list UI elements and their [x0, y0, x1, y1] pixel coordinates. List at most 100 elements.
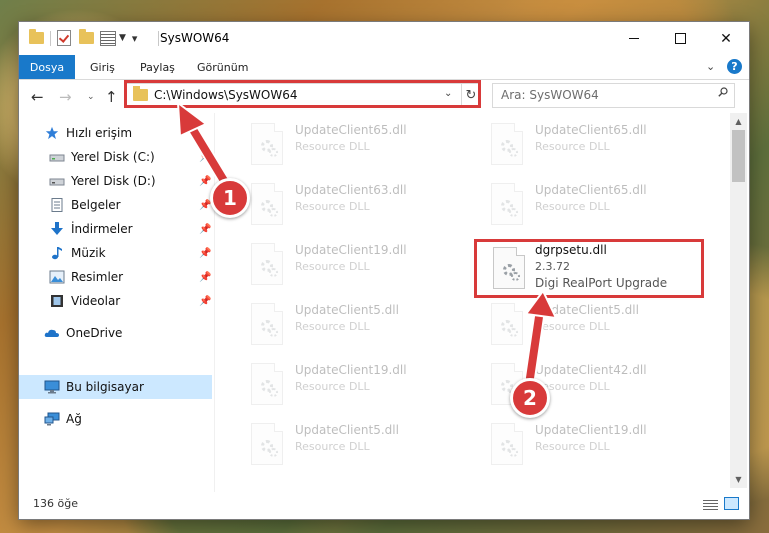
close-button[interactable]: ✕: [703, 22, 749, 55]
file-item[interactable]: UpdateClient65.dll Resource DLL: [489, 121, 719, 171]
tab-home[interactable]: Giriş: [90, 61, 115, 74]
file-name: UpdateClient19.dll: [295, 243, 407, 257]
sidebar-item-label: Yerel Disk (D:): [71, 174, 156, 188]
properties-check-icon[interactable]: [57, 30, 71, 46]
folder-icon[interactable]: [29, 29, 44, 44]
ribbon-tabs: Dosya Giriş Paylaş Görünüm ⌄ ?: [19, 55, 749, 80]
maximize-button[interactable]: [657, 22, 703, 55]
file-description: Resource DLL: [295, 440, 370, 453]
minimize-button[interactable]: [611, 22, 657, 55]
dll-file-icon: [251, 183, 283, 225]
details-view-icon[interactable]: [703, 498, 718, 510]
sidebar-item-videos[interactable]: Videolar 📌: [19, 289, 242, 313]
large-icons-view-icon[interactable]: [724, 497, 739, 510]
search-icon[interactable]: [718, 87, 728, 97]
tab-view[interactable]: Görünüm: [197, 61, 248, 74]
file-item[interactable]: UpdateClient19.dll Resource DLL: [249, 361, 479, 411]
file-name: UpdateClient5.dll: [295, 423, 399, 437]
computer-icon: [44, 380, 60, 394]
up-button[interactable]: ↑: [105, 88, 118, 106]
file-item[interactable]: UpdateClient19.dll Resource DLL: [249, 241, 479, 291]
title-separator: [158, 31, 159, 46]
file-item[interactable]: UpdateClient5.dll Resource DLL: [249, 421, 479, 471]
drive-icon: [49, 178, 65, 186]
sidebar-item-label: Müzik: [71, 246, 106, 260]
scroll-down-icon[interactable]: ▼: [730, 471, 747, 488]
sidebar-item-label: Belgeler: [71, 198, 121, 212]
file-item[interactable]: UpdateClient5.dll Resource DLL: [489, 301, 719, 351]
sidebar-item-downloads[interactable]: İndirmeler 📌: [19, 217, 242, 241]
file-description: Resource DLL: [295, 200, 370, 213]
search-placeholder: Ara: SysWOW64: [501, 88, 599, 102]
pin-icon[interactable]: 📌: [199, 152, 211, 163]
sidebar-item-label: Bu bilgisayar: [66, 380, 144, 394]
dll-file-icon: [251, 363, 283, 405]
pin-icon[interactable]: 📌: [199, 224, 211, 235]
sidebar-item-documents[interactable]: Belgeler 📌: [19, 193, 242, 217]
dll-file-icon: [251, 423, 283, 465]
file-description: Resource DLL: [295, 320, 370, 333]
file-name: UpdateClient65.dll: [535, 183, 647, 197]
item-count: 136 öğe: [33, 497, 78, 510]
expand-ribbon-icon[interactable]: ⌄: [706, 60, 715, 73]
music-icon: [52, 247, 62, 260]
sidebar-item-label: Ağ: [66, 412, 82, 426]
dll-file-icon: [251, 123, 283, 165]
sidebar-item-label: OneDrive: [66, 326, 123, 340]
file-description: Resource DLL: [295, 380, 370, 393]
sidebar-item-this-pc[interactable]: Bu bilgisayar: [19, 375, 212, 399]
new-folder-icon[interactable]: [79, 29, 94, 44]
forward-button[interactable]: →: [59, 88, 72, 106]
step-2-badge: 2: [510, 378, 550, 418]
title-bar: ▼ ▾ SysWOW64 ✕: [19, 22, 749, 55]
file-highlight-box: [474, 239, 704, 298]
sidebar-item-label: Yerel Disk (C:): [71, 150, 155, 164]
dll-file-icon: [491, 423, 523, 465]
scroll-up-icon[interactable]: ▲: [730, 113, 747, 130]
file-item[interactable]: UpdateClient63.dll Resource DLL: [249, 181, 479, 231]
sidebar-item-label: Resimler: [71, 270, 124, 284]
pin-icon[interactable]: 📌: [199, 272, 211, 283]
sidebar-item-network[interactable]: Ağ: [19, 407, 237, 431]
file-description: Resource DLL: [535, 320, 610, 333]
step-1-badge: 1: [210, 178, 250, 218]
recent-locations-button[interactable]: ⌄: [87, 92, 95, 102]
pane-divider[interactable]: [214, 113, 215, 496]
sidebar-item-label: İndirmeler: [71, 222, 133, 236]
tab-share[interactable]: Paylaş: [140, 61, 175, 74]
pin-icon[interactable]: 📌: [199, 248, 211, 259]
dll-file-icon: [251, 303, 283, 345]
dll-file-icon: [251, 243, 283, 285]
pin-icon[interactable]: 📌: [199, 176, 211, 187]
vertical-scrollbar[interactable]: ▲ ▼: [730, 113, 747, 488]
file-name: UpdateClient5.dll: [295, 303, 399, 317]
file-name: UpdateClient19.dll: [535, 423, 647, 437]
file-item[interactable]: UpdateClient5.dll Resource DLL: [249, 301, 479, 351]
toolbar-separator: [50, 30, 51, 46]
back-button[interactable]: ←: [31, 88, 44, 106]
dll-file-icon: [491, 303, 523, 345]
help-icon[interactable]: ?: [727, 59, 742, 74]
download-icon: [51, 222, 63, 235]
sidebar-item-local-disk-d[interactable]: Yerel Disk (D:) 📌: [19, 169, 242, 193]
file-item[interactable]: UpdateClient19.dll Resource DLL: [489, 421, 719, 471]
sidebar-item-label: Videolar: [71, 294, 121, 308]
sidebar-item-pictures[interactable]: Resimler 📌: [19, 265, 242, 289]
sidebar-item-quick-access[interactable]: Hızlı erişim: [19, 121, 237, 145]
videos-icon: [51, 295, 63, 307]
customize-dropdown-icon[interactable]: ▼: [119, 33, 126, 43]
scroll-thumb[interactable]: [732, 130, 745, 182]
navigation-bar: ← → ⌄ ↑ C:\Windows\SysWOW64 ⌄ ↻ Ara: Sys…: [19, 80, 749, 113]
sidebar-item-onedrive[interactable]: OneDrive: [19, 321, 237, 345]
tab-file[interactable]: Dosya: [19, 55, 75, 79]
file-item[interactable]: UpdateClient65.dll Resource DLL: [489, 181, 719, 231]
pin-icon[interactable]: 📌: [199, 296, 211, 307]
file-name: UpdateClient19.dll: [295, 363, 407, 377]
file-name: UpdateClient65.dll: [295, 123, 407, 137]
customize-icon[interactable]: [100, 30, 116, 46]
sidebar-item-local-disk-c[interactable]: Yerel Disk (C:) 📌: [19, 145, 242, 169]
search-input[interactable]: Ara: SysWOW64: [492, 83, 735, 108]
file-item[interactable]: UpdateClient65.dll Resource DLL: [249, 121, 479, 171]
sidebar-item-music[interactable]: Müzik 📌: [19, 241, 242, 265]
quick-access-dropdown-icon[interactable]: ▾: [132, 32, 138, 45]
